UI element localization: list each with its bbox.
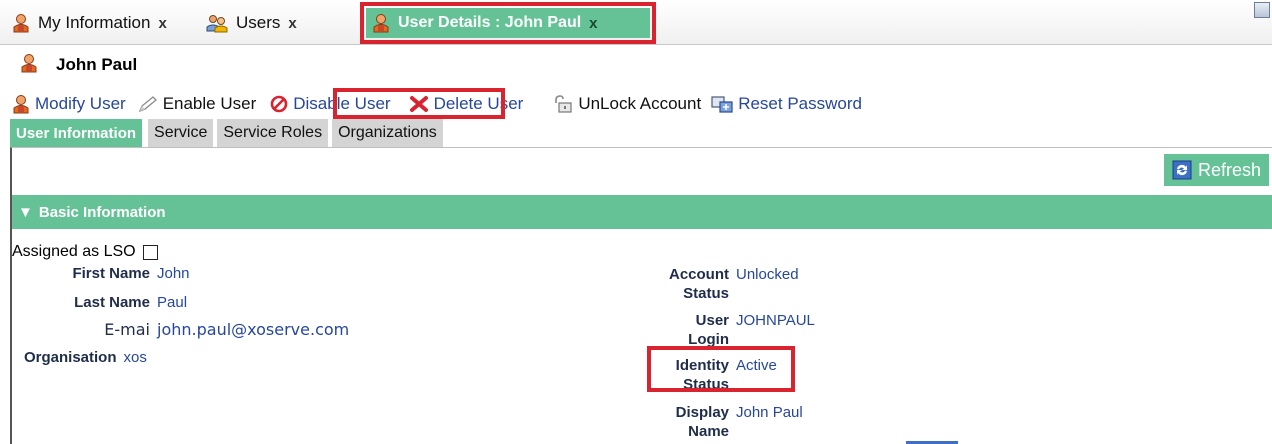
unlock-account-button[interactable]: UnLock Account [553, 94, 701, 114]
enable-user-label: Enable User [162, 94, 257, 113]
modify-user-button[interactable]: Modify User [12, 94, 126, 114]
field-label: User Login [688, 312, 729, 348]
basic-information-header[interactable]: ▼ Basic Information [12, 195, 1272, 229]
tab-label: My Information [38, 13, 151, 32]
close-icon[interactable]: x [589, 15, 597, 32]
reset-password-icon [711, 95, 733, 113]
reset-password-button[interactable]: Reset Password [711, 94, 862, 114]
tab-user-information[interactable]: User Information [10, 119, 143, 147]
tab-service[interactable]: Service [148, 119, 214, 147]
close-icon[interactable]: x [288, 15, 296, 32]
refresh-label: Refresh [1197, 159, 1261, 180]
enable-user-button[interactable]: Enable User [138, 94, 257, 114]
field-label: Account Status [669, 266, 729, 302]
collapse-triangle-icon: ▼ [18, 203, 33, 221]
disable-user-button[interactable]: Disable User [270, 94, 391, 114]
user-icon [12, 13, 30, 33]
user-information-panel: Refresh ▼ Basic Information Assigned as … [10, 147, 1272, 444]
refresh-button[interactable]: Refresh [1163, 154, 1269, 186]
delete-user-label: Delete User [433, 94, 524, 113]
refresh-icon [1172, 160, 1192, 180]
identity-status-row: Identity Status Active [12, 356, 777, 394]
tab-service-roles[interactable]: Service Roles [217, 119, 329, 147]
user-login-row: User Login JOHNPAUL [12, 311, 815, 349]
users-icon [206, 13, 228, 33]
reset-password-label: Reset Password [738, 94, 862, 113]
modify-user-label: Modify User [35, 94, 126, 113]
tab-label: User Details : John Paul [398, 14, 582, 31]
close-icon[interactable]: x [158, 15, 166, 32]
unlock-icon [553, 95, 573, 113]
tab-organizations[interactable]: Organizations [332, 119, 443, 147]
account-status-row: Account Status Unlocked [12, 265, 799, 303]
field-value: John Paul [736, 404, 803, 421]
user-header: John Paul [20, 52, 137, 78]
tab-user-details[interactable]: User Details : John Paul x [366, 8, 650, 38]
tab-strip: My Information x Users x User Details : … [0, 0, 1272, 45]
page-title: John Paul [56, 55, 138, 74]
pencil-icon [138, 95, 158, 113]
disable-user-label: Disable User [293, 94, 391, 113]
delete-user-button[interactable]: Delete User [409, 94, 524, 114]
user-icon [20, 53, 38, 78]
tab-my-information[interactable]: My Information x [6, 8, 173, 38]
lso-checkbox[interactable] [142, 244, 158, 260]
delete-icon [409, 95, 429, 113]
action-toolbar: Modify User Enable User Disable User Del… [12, 92, 874, 116]
lso-label: Assigned as LSO [12, 243, 136, 260]
tab-label: Users [236, 13, 281, 32]
field-value: Unlocked [736, 266, 799, 283]
user-icon [372, 13, 390, 33]
window-icon[interactable] [1254, 2, 1270, 18]
section-title: Basic Information [38, 203, 166, 221]
detail-tabs: User Information Service Service Roles O… [10, 118, 447, 147]
tab-users[interactable]: Users x [200, 8, 303, 38]
disable-icon [270, 95, 288, 113]
display-name-row: Display Name John Paul [12, 403, 803, 441]
unlock-account-label: UnLock Account [578, 94, 702, 113]
lso-row: Assigned as LSO [12, 243, 158, 261]
user-edit-icon [12, 94, 30, 114]
field-value: Active [736, 357, 777, 374]
field-label: Identity Status [675, 357, 729, 393]
field-label: Display Name [675, 404, 729, 440]
field-value: JOHNPAUL [736, 312, 815, 329]
